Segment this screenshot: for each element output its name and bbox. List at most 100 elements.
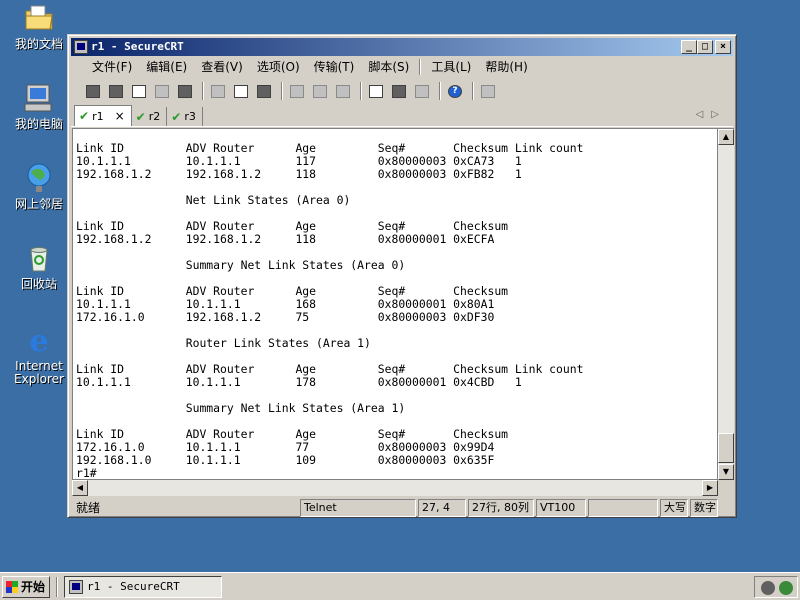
terminal-line: 10.1.1.1 10.1.1.1 168 0x80000001 0x80A1: [76, 297, 495, 311]
toolbar-separator: [439, 82, 441, 100]
desktop-icon-network[interactable]: 网上邻居: [6, 162, 72, 211]
find-icon[interactable]: [254, 82, 274, 100]
terminal-line: Link ID ADV Router Age Seq# Checksum Lin…: [76, 362, 584, 376]
internet-explorer-icon: e: [29, 324, 48, 356]
title-bar[interactable]: r1 - SecureCRT _ □ ×: [71, 38, 733, 56]
toolbar-separator: [281, 82, 283, 100]
tab-label: r3: [184, 110, 196, 123]
tab-label: r2: [148, 110, 161, 123]
task-label: r1 - SecureCRT: [87, 580, 180, 593]
scroll-left-icon[interactable]: ◀: [72, 480, 88, 496]
status-emulation: VT100: [536, 499, 586, 517]
minimize-button[interactable]: _: [681, 40, 697, 54]
connect-in-tab-icon[interactable]: [129, 82, 149, 100]
menu-script[interactable]: 脚本(S): [361, 57, 416, 77]
terminal-line: 172.16.1.0 10.1.1.1 77 0x80000003 0x99D4: [76, 440, 495, 454]
terminal-line: r1#: [76, 466, 97, 480]
tab-close-icon[interactable]: ×: [115, 109, 125, 123]
disconnect-icon[interactable]: [175, 82, 195, 100]
toolbar: ?: [71, 79, 733, 103]
taskbar-securecrt-button[interactable]: r1 - SecureCRT: [64, 576, 222, 598]
status-protocol: Telnet: [300, 499, 416, 517]
terminal-line: Link ID ADV Router Age Seq# Checksum Lin…: [76, 141, 584, 155]
copy-icon[interactable]: [208, 82, 228, 100]
menu-file[interactable]: 文件(F): [85, 57, 139, 77]
network-icon: [27, 163, 51, 192]
status-num-lock: 数字: [690, 499, 718, 517]
menu-bar: 文件(F) 编辑(E) 查看(V) 选项(O) 传输(T) 脚本(S) 工具(L…: [71, 57, 733, 77]
taskbar: 开始 r1 - SecureCRT: [0, 572, 800, 600]
securecrt-app-icon[interactable]: [74, 40, 88, 54]
scroll-up-icon[interactable]: ▲: [718, 129, 734, 145]
computer-icon: [24, 84, 52, 112]
menu-edit[interactable]: 编辑(E): [139, 57, 194, 77]
connect-icon[interactable]: [83, 82, 103, 100]
svg-text:e: e: [29, 324, 48, 356]
terminal-text: Link ID ADV Router Age Seq# Checksum Lin…: [73, 129, 717, 480]
terminal-line: 10.1.1.1 10.1.1.1 178 0x80000001 0x4CBD …: [76, 375, 522, 389]
securecrt-window: r1 - SecureCRT _ □ × 文件(F) 编辑(E) 查看(V) 选…: [67, 34, 737, 518]
close-button[interactable]: ×: [715, 40, 731, 54]
terminal-line: 10.1.1.1 10.1.1.1 117 0x80000003 0xCA73 …: [76, 154, 522, 168]
menu-help[interactable]: 帮助(H): [478, 57, 534, 77]
quick-connect-icon[interactable]: [106, 82, 126, 100]
scroll-right-icon[interactable]: ▶: [702, 480, 718, 496]
terminal-line: 192.168.1.0 10.1.1.1 109 0x80000003 0x63…: [76, 453, 495, 467]
menu-tools[interactable]: 工具(L): [424, 57, 478, 77]
tab-r1[interactable]: ✔ r1 ×: [74, 105, 132, 126]
reconnect-icon[interactable]: [152, 82, 172, 100]
terminal-output[interactable]: Link ID ADV Router Age Seq# Checksum Lin…: [72, 128, 718, 480]
terminal-line: Router Link States (Area 1): [76, 336, 371, 350]
toolbar-separator: [472, 82, 474, 100]
tab-r2[interactable]: ✔ r2: [132, 107, 168, 126]
status-terminal-size: 27行, 80列: [468, 499, 534, 517]
vertical-scrollbar[interactable]: ▲ ▼: [718, 128, 734, 480]
session-options-icon[interactable]: [366, 82, 386, 100]
desktop-icon-my-computer[interactable]: 我的电脑: [6, 82, 72, 131]
terminal-line: 192.168.1.2 192.168.1.2 118 0x80000003 0…: [76, 167, 522, 181]
scroll-down-icon[interactable]: ▼: [718, 464, 734, 480]
tab-scroll-arrows[interactable]: ◁▷: [696, 109, 727, 120]
terminal-line: Link ID ADV Router Age Seq# Checksum: [76, 284, 509, 298]
status-empty: [588, 499, 658, 517]
volume-icon[interactable]: [761, 581, 775, 595]
paste-icon[interactable]: [231, 82, 251, 100]
menu-options[interactable]: 选项(O): [250, 57, 307, 77]
connected-check-icon: ✔: [135, 109, 146, 124]
system-tray: [754, 576, 798, 598]
desktop-icon-label: Internet Explorer: [14, 359, 64, 386]
desktop-icon-recycle-bin[interactable]: 回收站: [6, 242, 72, 291]
terminal-line: Summary Net Link States (Area 0): [76, 258, 406, 272]
keypad-icon[interactable]: [478, 82, 498, 100]
folder-icon: [25, 5, 53, 30]
tab-r3[interactable]: ✔ r3: [167, 107, 203, 126]
window-title: r1 - SecureCRT: [91, 40, 184, 53]
help-icon[interactable]: ?: [445, 82, 465, 100]
status-ready: 就绪: [76, 501, 101, 515]
desktop-icon-internet-explorer[interactable]: e Internet Explorer: [6, 324, 72, 386]
desktop-icon-label: 网上邻居: [14, 197, 63, 211]
status-bar: 就绪 Telnet 27, 4 27行, 80列 VT100 大写 数字: [71, 499, 733, 517]
print-selection-icon[interactable]: [310, 82, 330, 100]
print-setup-icon[interactable]: [333, 82, 353, 100]
start-button[interactable]: 开始: [2, 576, 50, 598]
toolbar-separator: [360, 82, 362, 100]
menu-transfer[interactable]: 传输(T): [307, 57, 362, 77]
status-cursor-position: 27, 4: [418, 499, 466, 517]
desktop-icon-my-documents[interactable]: 我的文档: [6, 2, 72, 51]
windows-logo-icon: [6, 581, 18, 593]
menu-view[interactable]: 查看(V): [194, 57, 250, 77]
desktop-icon-label: 回收站: [20, 277, 57, 291]
scroll-thumb[interactable]: [718, 433, 734, 463]
securecrt-task-icon: [69, 580, 83, 594]
toolbar-separator: [202, 82, 204, 100]
print-icon[interactable]: [287, 82, 307, 100]
status-caps-lock: 大写: [660, 499, 688, 517]
connected-check-icon: ✔: [171, 109, 182, 124]
global-options-icon[interactable]: [389, 82, 409, 100]
terminal-line: Net Link States (Area 0): [76, 193, 351, 207]
network-tray-icon[interactable]: [779, 581, 793, 595]
maximize-button[interactable]: □: [697, 40, 713, 54]
keymap-icon[interactable]: [412, 82, 432, 100]
horizontal-scrollbar[interactable]: ◀ ▶: [72, 480, 718, 496]
